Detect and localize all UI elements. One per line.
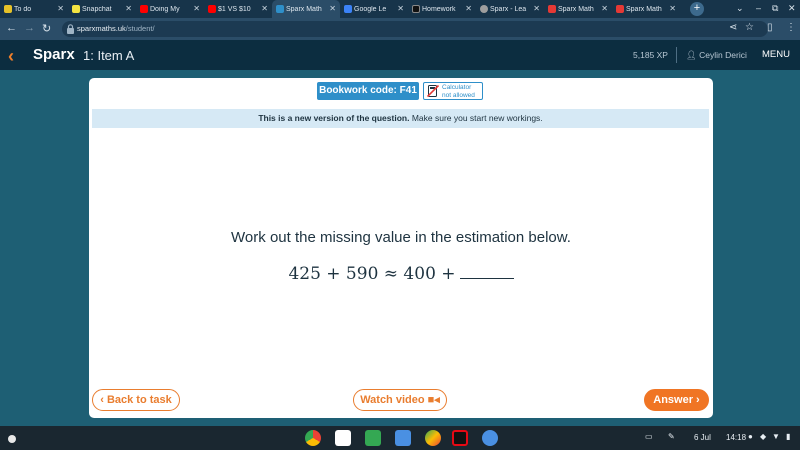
battery-icon[interactable]: ▮ xyxy=(786,432,790,441)
xp-counter: 5,185 XP xyxy=(633,50,668,60)
side-panel-icon[interactable]: ▯ xyxy=(767,22,773,33)
browser-tab[interactable]: To do ✕ xyxy=(0,0,68,18)
close-tab-icon[interactable]: ✕ xyxy=(261,4,268,13)
play-store-icon[interactable] xyxy=(425,430,441,446)
calculator-not-allowed-badge: Calculator not allowed xyxy=(423,82,483,100)
tab-favicon-icon xyxy=(412,5,420,13)
menu-button[interactable]: MENU xyxy=(762,49,790,60)
bookwork-code-badge: Bookwork code: F41 xyxy=(317,82,419,100)
tab-favicon-icon xyxy=(72,5,80,13)
classroom-icon[interactable] xyxy=(365,430,381,446)
tab-favicon-icon xyxy=(344,5,352,13)
back-chevron-icon[interactable]: ‹ xyxy=(8,46,14,67)
calculator-crossed-icon xyxy=(427,85,439,97)
tab-favicon-icon xyxy=(140,5,148,13)
netflix-icon[interactable] xyxy=(452,430,468,446)
missing-value-blank xyxy=(459,265,514,279)
browser-tab-strip: To do ✕ Snapchat ✕ Doing My ✕ $1 VS $10 … xyxy=(0,0,800,18)
new-version-notice: This is a new version of the question. M… xyxy=(92,109,709,128)
forward-arrow-icon[interactable]: → xyxy=(24,22,35,34)
address-bar-row: ← → ↻ sparxmaths.uk/student/ ⋖ ☆ ▯ ⋮ xyxy=(0,18,800,40)
close-tab-icon[interactable]: ✕ xyxy=(193,4,200,13)
restore-icon[interactable]: ⧉ xyxy=(772,3,778,14)
chevron-right-icon: › xyxy=(693,394,700,406)
lock-icon xyxy=(67,24,74,34)
files-icon[interactable] xyxy=(395,430,411,446)
os-shelf: ▭ ✎ 6 Jul 14:18 ● ◆ ▼ ▮ xyxy=(0,426,800,450)
url-text: sparxmaths.uk/student/ xyxy=(77,24,155,33)
url-input[interactable]: sparxmaths.uk/student/ xyxy=(62,21,768,37)
close-tab-icon[interactable]: ✕ xyxy=(533,4,540,13)
browser-tab[interactable]: $1 VS $10 ✕ xyxy=(204,0,272,18)
question-card: Bookwork code: F41 Calculator not allowe… xyxy=(89,78,713,418)
sparx-logo[interactable]: Sparx xyxy=(33,46,75,63)
close-window-icon[interactable]: ✕ xyxy=(788,3,796,14)
close-tab-icon[interactable]: ✕ xyxy=(125,4,132,13)
page-title: 1: Item A xyxy=(83,48,135,63)
user-name[interactable]: 👤︎ Ceylin Derici xyxy=(686,50,747,61)
browser-tab[interactable]: Snapchat ✕ xyxy=(68,0,136,18)
user-icon: 👤︎ xyxy=(686,50,700,60)
new-tab-button[interactable]: + xyxy=(690,2,704,16)
close-tab-icon[interactable]: ✕ xyxy=(57,4,64,13)
browser-tab-active[interactable]: Sparx Math ✕ xyxy=(272,0,340,18)
close-tab-icon[interactable]: ✕ xyxy=(601,4,608,13)
tab-search-icon[interactable]: ⌄ xyxy=(736,3,744,14)
tab-favicon-icon xyxy=(4,5,12,13)
notification-icon[interactable]: ● xyxy=(748,432,753,441)
bookmark-star-icon[interactable]: ☆ xyxy=(745,22,754,33)
question-prompt: Work out the missing value in the estima… xyxy=(231,229,571,246)
wifi-icon[interactable]: ▼ xyxy=(772,432,780,441)
browser-tab[interactable]: Doing My ✕ xyxy=(136,0,204,18)
browser-tab[interactable]: Sparx Math ✕ xyxy=(612,0,680,18)
chevron-left-icon: ‹ xyxy=(100,394,107,406)
estimation-expression: 425 + 590 ≈ 400 + xyxy=(89,264,713,284)
tab-favicon-icon xyxy=(548,5,556,13)
network-icon[interactable]: ◆ xyxy=(760,432,766,441)
chat-icon[interactable] xyxy=(482,430,498,446)
share-icon[interactable]: ⋖ xyxy=(729,22,737,33)
tab-favicon-icon xyxy=(616,5,624,13)
tote-icon[interactable]: ▭ xyxy=(645,432,653,441)
tab-favicon-icon xyxy=(276,5,284,13)
close-tab-icon[interactable]: ✕ xyxy=(329,4,336,13)
close-tab-icon[interactable]: ✕ xyxy=(669,4,676,13)
video-camera-icon: ■◂ xyxy=(427,394,440,406)
back-arrow-icon[interactable]: ← xyxy=(6,22,17,34)
launcher-icon[interactable] xyxy=(8,435,16,443)
back-to-task-button[interactable]: ‹ Back to task xyxy=(92,389,180,411)
sparx-header: ‹ Sparx 1: Item A 5,185 XP 👤︎ Ceylin Der… xyxy=(0,40,800,70)
tab-favicon-icon xyxy=(208,5,216,13)
browser-tab[interactable]: Sparx - Lea ✕ xyxy=(476,0,544,18)
more-options-icon[interactable]: ⋮ xyxy=(786,22,796,33)
browser-tab[interactable]: Homework ✕ xyxy=(408,0,476,18)
answer-button[interactable]: Answer › xyxy=(644,389,709,411)
header-divider xyxy=(676,47,677,63)
close-tab-icon[interactable]: ✕ xyxy=(465,4,472,13)
chrome-icon[interactable] xyxy=(305,430,321,446)
minimize-icon[interactable]: – xyxy=(756,3,761,13)
tab-favicon-icon xyxy=(480,5,488,13)
close-tab-icon[interactable]: ✕ xyxy=(397,4,404,13)
reload-icon[interactable]: ↻ xyxy=(42,22,51,35)
watch-video-button[interactable]: Watch video ■◂ xyxy=(353,389,447,411)
shelf-time[interactable]: 14:18 xyxy=(726,433,746,442)
gmail-icon[interactable] xyxy=(335,430,351,446)
shelf-date[interactable]: 6 Jul xyxy=(694,433,711,442)
browser-tab[interactable]: Google Le ✕ xyxy=(340,0,408,18)
stylus-icon[interactable]: ✎ xyxy=(668,432,675,441)
browser-tab[interactable]: Sparx Math ✕ xyxy=(544,0,612,18)
